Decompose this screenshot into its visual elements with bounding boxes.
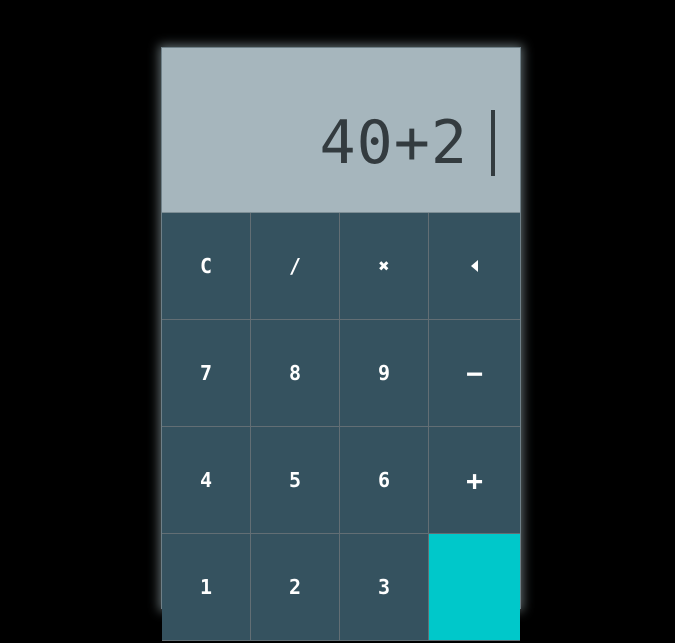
text-cursor xyxy=(491,110,495,176)
digit-9-label: 9 xyxy=(377,361,391,385)
minus-button[interactable]: − xyxy=(429,320,520,427)
multiply-label: ✖ xyxy=(378,255,390,277)
clear-label: C xyxy=(199,254,213,278)
keypad: C / ✖ 7 8 9 − 4 5 6 + 1 2 3 xyxy=(162,213,520,643)
digit-3-label: 3 xyxy=(377,575,391,599)
digit-1-label: 1 xyxy=(199,575,213,599)
display-expression: 40+2 xyxy=(319,108,468,178)
digit-8-label: 8 xyxy=(288,361,302,385)
digit-6-button[interactable]: 6 xyxy=(340,427,429,534)
clear-button[interactable]: C xyxy=(162,213,251,320)
digit-6-label: 6 xyxy=(377,468,391,492)
divide-button[interactable]: / xyxy=(251,213,340,320)
digit-2-label: 2 xyxy=(288,575,302,599)
divide-label: / xyxy=(288,254,302,278)
display: 40+2 xyxy=(162,48,520,213)
plus-label: + xyxy=(466,463,483,497)
backspace-button[interactable] xyxy=(429,213,520,320)
digit-4-button[interactable]: 4 xyxy=(162,427,251,534)
digit-5-label: 5 xyxy=(288,468,302,492)
plus-button[interactable]: + xyxy=(429,427,520,534)
minus-label: − xyxy=(466,356,483,390)
digit-4-label: 4 xyxy=(199,468,213,492)
digit-7-button[interactable]: 7 xyxy=(162,320,251,427)
multiply-button[interactable]: ✖ xyxy=(340,213,429,320)
digit-7-label: 7 xyxy=(199,361,213,385)
digit-9-button[interactable]: 9 xyxy=(340,320,429,427)
digit-5-button[interactable]: 5 xyxy=(251,427,340,534)
calculator: 40+2 C / ✖ 7 8 9 − 4 5 6 + 1 2 3 xyxy=(161,47,521,641)
backspace-icon xyxy=(471,260,478,272)
digit-8-button[interactable]: 8 xyxy=(251,320,340,427)
